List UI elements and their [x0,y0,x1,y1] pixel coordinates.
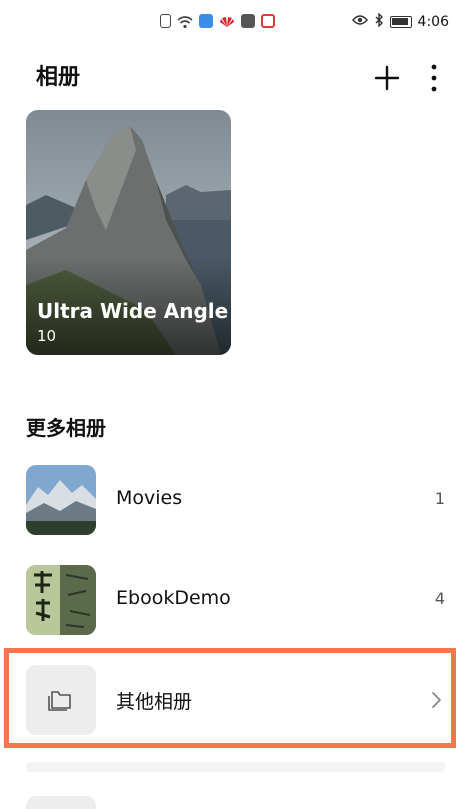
featured-album-card[interactable]: Ultra Wide Angle 10 [26,110,231,355]
add-icon[interactable] [373,64,401,92]
album-label: EbookDemo [116,587,231,609]
cloud-app-icon [199,14,213,28]
status-time: 4:06 [417,14,449,30]
album-count: 4 [434,589,445,608]
album-label: Movies [116,487,183,509]
album-thumbnail [26,565,96,635]
featured-album-count: 10 [37,327,57,345]
highlight-box [4,648,456,748]
bluetooth-icon [374,12,384,31]
header: 相册 [36,58,447,98]
system-status: 4:06 [351,12,449,31]
huawei-icon [219,14,235,28]
album-row-movies[interactable]: Movies 1 [26,465,445,537]
battery-icon [389,16,412,28]
album-thumbnail [26,465,96,535]
eye-icon [351,14,368,30]
album-count: 1 [434,489,445,508]
bottom-divider [26,762,445,772]
section-title: 更多相册 [26,416,106,440]
next-album-thumbnail [26,796,96,809]
red-app-icon [261,14,275,28]
featured-album-title: Ultra Wide Angle [37,299,229,323]
info-app-icon [241,14,255,28]
album-row-ebookdemo[interactable]: EbookDemo 4 [26,565,445,637]
notification-icons [160,14,275,29]
status-bar: 4:06 [0,0,467,46]
more-options-icon[interactable] [427,62,441,94]
wifi-icon [177,14,193,29]
sim-icon [160,14,171,28]
